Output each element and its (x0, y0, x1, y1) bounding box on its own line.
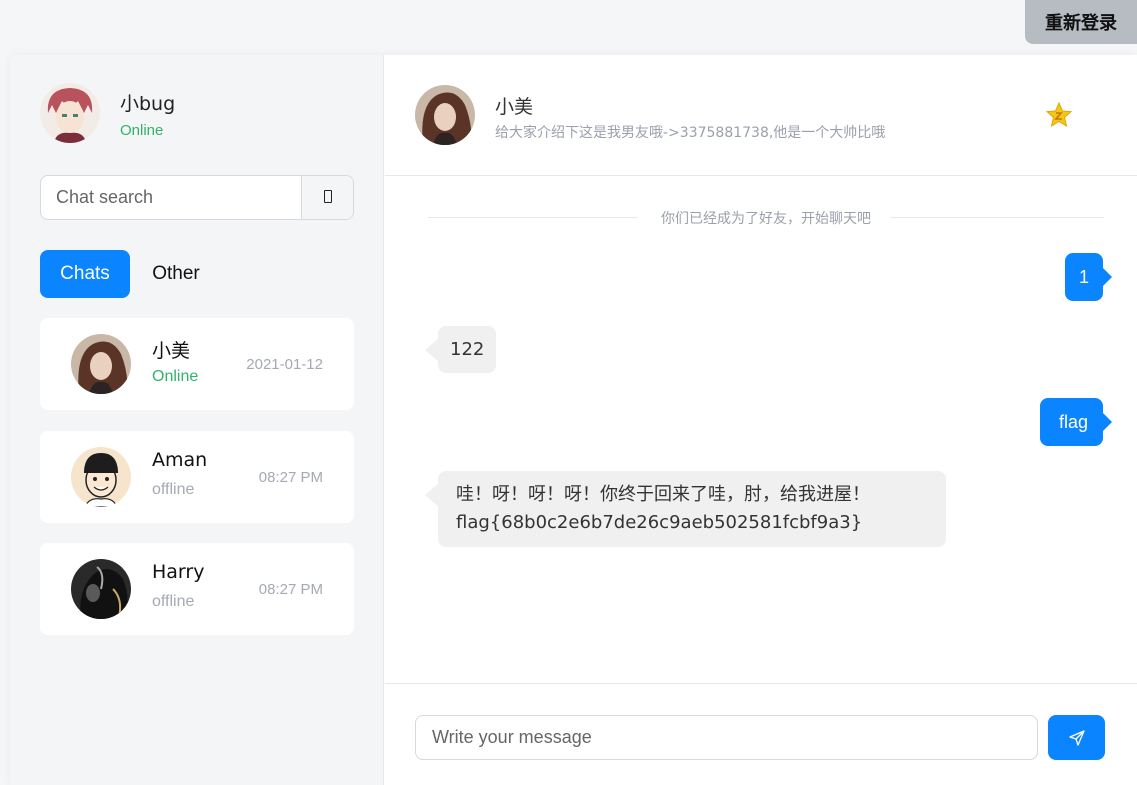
contact-name: 小美 (495, 96, 534, 118)
message-in: 哇！呀！呀！呀！你终于回来了哇，肘，给我进屋！ flag{68b0c2e6b7d… (425, 471, 946, 547)
message-composer (385, 683, 1137, 785)
chat-time: 2021-01-12 (246, 356, 323, 373)
avatar (71, 334, 131, 394)
tab-other[interactable]: Other (138, 250, 214, 298)
chat-app: 小bug Online Chats Other 小美 Online 2021-0… (10, 55, 1137, 785)
system-notice-text: 你们已经成为了好友，开始聊天吧 (651, 211, 881, 227)
chat-item-aman[interactable]: Aman offline 08:27 PM (40, 431, 354, 523)
message-line: flag{68b0c2e6b7de26c9aeb502581fcbf9a3} (456, 512, 863, 533)
chat-time: 08:27 PM (258, 581, 323, 598)
my-status: Online (120, 122, 164, 139)
avatar (71, 559, 131, 619)
chat-search-input[interactable] (41, 176, 303, 219)
message-input[interactable] (415, 715, 1038, 760)
contact-signature: 给大家介绍下这是我男友哦->3375881738,他是一个大帅比哦 (495, 125, 886, 141)
chat-item-xiaomei[interactable]: 小美 Online 2021-01-12 (40, 318, 354, 410)
message-out: flag (1039, 398, 1113, 446)
message-line: 哇！呀！呀！呀！你终于回来了哇，肘，给我进屋！ (456, 484, 870, 505)
my-name: 小bug (120, 93, 176, 115)
conversation-panel: 小美 给大家介绍下这是我男友哦->3375881738,他是一个大帅比哦 你们已… (385, 55, 1137, 785)
chat-status: offline (152, 593, 195, 610)
message-out: 1 (1064, 253, 1113, 301)
chat-status: offline (152, 481, 195, 498)
my-avatar[interactable] (40, 83, 100, 143)
chat-name: Aman (152, 449, 208, 471)
star-icon[interactable] (1045, 101, 1073, 129)
chat-item-harry[interactable]: Harry offline 08:27 PM (40, 543, 354, 635)
tab-chats[interactable]: Chats (40, 250, 130, 298)
chat-status: Online (152, 368, 199, 385)
message-in: 122 (424, 326, 497, 373)
conversation-header: 小美 给大家介绍下这是我男友哦->3375881738,他是一个大帅比哦 (385, 55, 1137, 176)
send-icon (1068, 729, 1085, 746)
search-icon (323, 189, 332, 203)
chat-name: 小美 (152, 340, 191, 362)
relogin-button[interactable]: 重新登录 (1025, 0, 1137, 44)
contact-avatar[interactable] (415, 85, 475, 145)
send-button[interactable] (1048, 715, 1105, 760)
chat-search-box (40, 175, 354, 220)
chat-time: 08:27 PM (258, 469, 323, 486)
friend-notice: 你们已经成为了好友，开始聊天吧 (428, 207, 1104, 227)
sidebar: 小bug Online Chats Other 小美 Online 2021-0… (10, 55, 384, 785)
search-button[interactable] (301, 176, 353, 219)
avatar (71, 447, 131, 507)
chat-name: Harry (152, 561, 205, 583)
